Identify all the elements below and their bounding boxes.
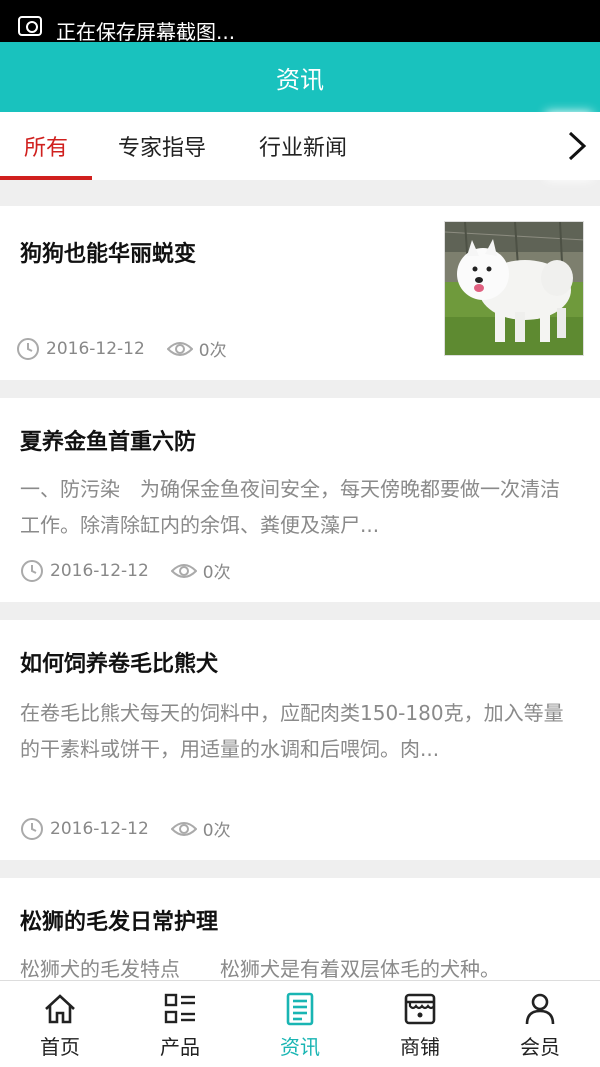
- chevron-right-icon: [568, 131, 587, 161]
- article-date: 2016-12-12: [46, 338, 145, 359]
- bottom-navigation: 首页 产品 资讯 商铺 会员: [0, 980, 600, 1067]
- category-tabs: 所有 专家指导 行业新闻: [0, 112, 600, 180]
- clock-icon: [21, 559, 43, 582]
- nav-news[interactable]: 资讯: [240, 981, 360, 1067]
- article-card[interactable]: 狗狗也能华丽蜕变 2016-12-12 0次: [0, 206, 600, 380]
- title-bar: 资讯: [0, 42, 600, 112]
- tab-expert-guide[interactable]: 专家指导: [92, 112, 232, 180]
- tab-all[interactable]: 所有: [0, 112, 92, 180]
- clock-icon: [21, 817, 43, 840]
- nav-products[interactable]: 产品: [120, 981, 240, 1067]
- status-bar: 正在保存屏幕截图...: [0, 0, 600, 42]
- article-thumbnail-dog[interactable]: [444, 221, 584, 356]
- eye-icon: [166, 341, 193, 356]
- article-summary: 在卷毛比熊犬每天的饲料中，应配肉类150-180克，加入等量的干素料或饼干，用适…: [20, 701, 564, 761]
- article-meta: 2016-12-12 0次: [16, 336, 227, 361]
- article-title[interactable]: 松狮的毛发日常护理: [20, 904, 218, 936]
- page-title: 资讯: [276, 65, 324, 94]
- tab-industry-news[interactable]: 行业新闻: [232, 112, 374, 180]
- status-message: 正在保存屏幕截图...: [56, 19, 236, 43]
- nav-shop[interactable]: 商铺: [360, 981, 480, 1067]
- article-summary: 一、防污染 为确保金鱼夜间安全，每天傍晚都要做一次清洁工作。除清除缸内的余饵、粪…: [20, 477, 560, 537]
- eye-icon: [170, 563, 197, 578]
- nav-label: 产品: [160, 1035, 200, 1059]
- nav-label: 首页: [40, 1035, 80, 1059]
- tabs-scroll-right-button[interactable]: [554, 112, 600, 180]
- grid-list-icon: [164, 993, 195, 1024]
- article-title[interactable]: 狗狗也能华丽蜕变: [20, 236, 196, 268]
- user-icon: [525, 993, 555, 1025]
- nav-label: 商铺: [400, 1035, 440, 1059]
- article-views: 0次: [202, 563, 231, 583]
- article-views: 0次: [202, 821, 231, 841]
- news-icon: [286, 992, 314, 1026]
- article-card[interactable]: 松狮的毛发日常护理 松狮犬的毛发特点 松狮犬是有着双层体毛的犬种。: [0, 878, 600, 988]
- article-title[interactable]: 夏养金鱼首重六防: [20, 424, 196, 456]
- article-date: 2016-12-12: [50, 818, 149, 839]
- article-card[interactable]: 夏养金鱼首重六防 一、防污染 为确保金鱼夜间安全，每天傍晚都要做一次清洁工作。除…: [0, 398, 600, 602]
- article-date: 2016-12-12: [50, 560, 149, 581]
- shop-icon: [404, 993, 436, 1025]
- camera-icon: [18, 16, 42, 36]
- article-title[interactable]: 如何饲养卷毛比熊犬: [20, 646, 218, 678]
- article-views: 0次: [198, 341, 227, 361]
- nav-member[interactable]: 会员: [480, 981, 600, 1067]
- home-icon: [45, 994, 75, 1024]
- eye-icon: [170, 821, 197, 836]
- article-meta: 2016-12-12 0次: [20, 816, 231, 841]
- clock-icon: [17, 337, 39, 360]
- nav-label: 会员: [520, 1035, 560, 1059]
- nav-label: 资讯: [280, 1035, 320, 1059]
- nav-home[interactable]: 首页: [0, 981, 120, 1067]
- article-card[interactable]: 如何饲养卷毛比熊犬 在卷毛比熊犬每天的饲料中，应配肉类150-180克，加入等量…: [0, 620, 600, 860]
- article-meta: 2016-12-12 0次: [20, 558, 231, 583]
